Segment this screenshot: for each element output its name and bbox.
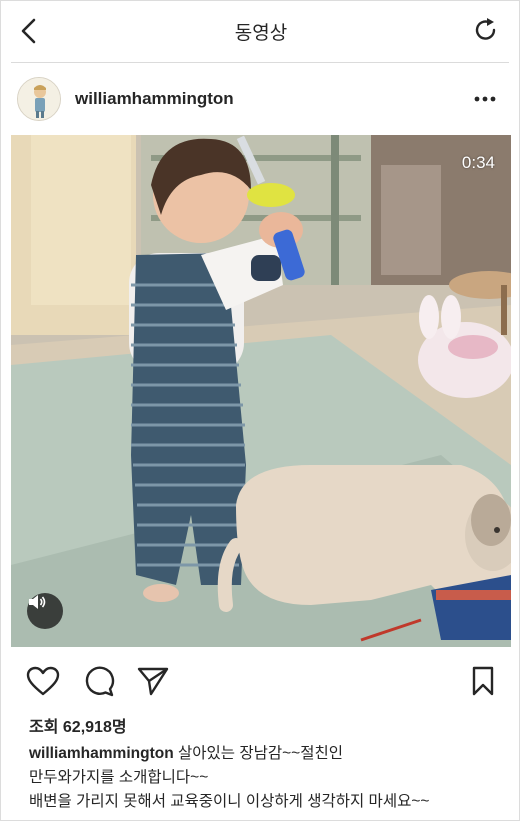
screen-frame: 동영상 williamhammington 0:34 조회 62,918명 wi… xyxy=(0,0,520,821)
caption-line-1: 살아있는 장남감~~절친인 xyxy=(178,745,344,762)
bookmark-icon xyxy=(472,666,494,696)
page-title: 동영상 xyxy=(234,21,288,44)
post-username[interactable]: williamhammington xyxy=(75,89,234,109)
send-icon xyxy=(137,667,169,696)
mute-button[interactable] xyxy=(27,593,63,629)
video-frame-illustration xyxy=(11,135,511,647)
views-label: 조회 xyxy=(29,719,59,736)
chevron-left-icon xyxy=(21,18,36,44)
comment-button[interactable] xyxy=(81,663,117,699)
speaker-icon xyxy=(29,595,46,609)
refresh-icon xyxy=(475,18,496,40)
caption-line-3: 배변을 가리지 못해서 교육중이니 이상하게 생각하지 마세요~~ xyxy=(29,793,430,810)
more-horizontal-icon xyxy=(474,96,496,102)
nav-divider xyxy=(11,62,509,63)
caption-line-2: 만두와가지를 소개합니다~~ xyxy=(29,769,209,786)
share-button[interactable] xyxy=(135,663,171,699)
save-button[interactable] xyxy=(465,663,501,699)
view-count: 조회 62,918명 xyxy=(29,713,127,737)
post-header: williamhammington xyxy=(11,65,509,133)
avatar[interactable] xyxy=(17,77,61,121)
comment-icon xyxy=(85,666,115,697)
video-player[interactable]: 0:34 xyxy=(11,135,511,647)
refresh-button[interactable] xyxy=(471,15,501,45)
caption-username[interactable]: williamhammington xyxy=(29,745,174,762)
views-number: 62,918명 xyxy=(62,719,127,736)
post-actions xyxy=(11,659,509,703)
more-options-button[interactable] xyxy=(471,87,499,111)
video-duration: 0:34 xyxy=(461,153,495,172)
like-button[interactable] xyxy=(25,663,61,699)
avatar-illustration xyxy=(18,78,60,120)
heart-icon xyxy=(26,666,60,696)
top-nav-bar: 동영상 xyxy=(1,1,520,61)
post-caption: williamhammington 살아있는 장남감~~절친인 만두와가지를 소… xyxy=(29,742,509,814)
back-button[interactable] xyxy=(15,17,43,45)
